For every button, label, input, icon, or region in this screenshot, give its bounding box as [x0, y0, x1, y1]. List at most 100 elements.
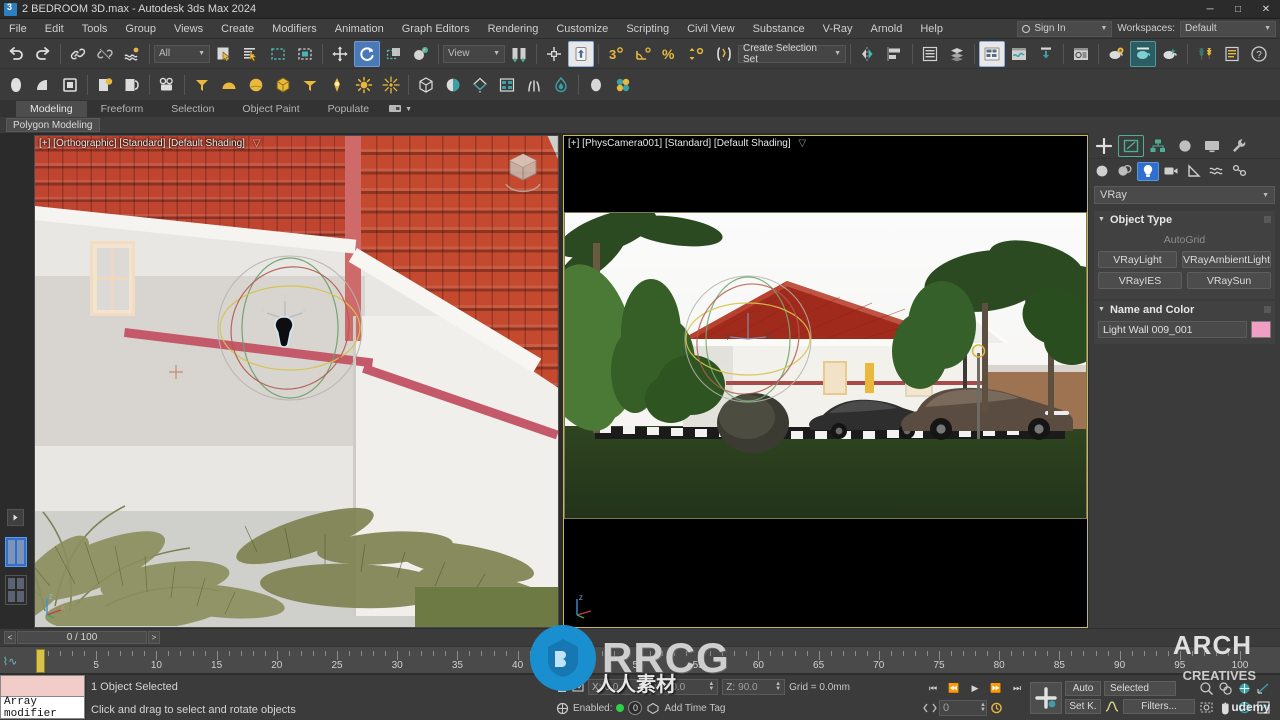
- vray-mesh-light-button[interactable]: [583, 72, 609, 98]
- vrayambientlight-button[interactable]: VRayAmbientLight: [1182, 251, 1271, 268]
- rotate-gizmo-render[interactable]: Y X: [673, 261, 823, 416]
- name-and-color-header[interactable]: ▼ Name and Color: [1094, 301, 1275, 318]
- menu-civil-view[interactable]: Civil View: [678, 19, 743, 39]
- display-tab[interactable]: [1199, 135, 1225, 157]
- utilities-tab[interactable]: [1226, 135, 1252, 157]
- select-rotate-button[interactable]: [354, 40, 380, 67]
- layer-explorer-button[interactable]: [917, 41, 943, 67]
- time-config-icon[interactable]: [989, 701, 1004, 715]
- auto-key-button[interactable]: Auto: [1065, 681, 1101, 696]
- vray-sun-button[interactable]: [324, 72, 350, 98]
- vray-ies-button[interactable]: [270, 72, 296, 98]
- viewport-left-label[interactable]: [+] [Orthographic] [Standard] [Default S…: [39, 138, 260, 149]
- menu-help[interactable]: Help: [911, 19, 952, 39]
- vray-material-dots-button[interactable]: [610, 72, 636, 98]
- motion-tab[interactable]: [1172, 135, 1198, 157]
- vray-environment-fog-button[interactable]: [548, 72, 574, 98]
- menu-tools[interactable]: Tools: [73, 19, 117, 39]
- close-button[interactable]: ✕: [1252, 0, 1280, 19]
- tab-populate[interactable]: Populate: [313, 101, 384, 117]
- create-tab[interactable]: [1091, 135, 1117, 157]
- select-move-button[interactable]: [327, 41, 353, 67]
- select-and-manipulate-button[interactable]: [568, 40, 594, 67]
- selection-set-dropdown[interactable]: Create Selection Set ▼: [738, 43, 846, 65]
- spinner-icon[interactable]: ▲ ▼: [708, 681, 714, 692]
- set-key-button[interactable]: Set K.: [1065, 699, 1101, 714]
- goto-start-button[interactable]: ⏮: [923, 680, 943, 698]
- helpers-subtab[interactable]: [1183, 162, 1205, 181]
- vray-clipper-button[interactable]: [467, 72, 493, 98]
- maximize-button[interactable]: □: [1224, 0, 1252, 19]
- autogrid-checkbox-label[interactable]: AutoGrid: [1098, 231, 1271, 251]
- workspace-dropdown[interactable]: Default ▼: [1180, 20, 1276, 37]
- reference-coord-dropdown[interactable]: View ▼: [443, 44, 505, 63]
- cameras-subtab[interactable]: [1160, 162, 1182, 181]
- vraysun-button[interactable]: VRaySun: [1187, 272, 1271, 289]
- polygon-modeling-label[interactable]: Polygon Modeling: [6, 118, 100, 132]
- menu-vray[interactable]: V-Ray: [814, 19, 862, 39]
- spinner-icon[interactable]: ▲ ▼: [775, 681, 781, 692]
- create-arc-button[interactable]: [30, 72, 56, 98]
- menu-customize[interactable]: Customize: [547, 19, 617, 39]
- select-by-name-button[interactable]: [238, 41, 264, 67]
- menu-group[interactable]: Group: [116, 19, 165, 39]
- create-camera-button[interactable]: [154, 72, 180, 98]
- viewport-right-label[interactable]: [+] [PhysCamera001] [Standard] [Default …: [568, 138, 806, 149]
- region-zoom-icon[interactable]: [1198, 699, 1215, 716]
- lock-icon[interactable]: [556, 681, 568, 693]
- curve-editor-button[interactable]: [979, 40, 1005, 67]
- viewport-right[interactable]: [+] [PhysCamera001] [Standard] [Default …: [563, 135, 1088, 628]
- use-center-button[interactable]: [506, 41, 532, 67]
- next-key-button[interactable]: ⏩: [986, 680, 1006, 698]
- object-name-input[interactable]: Light Wall 009_001: [1098, 321, 1247, 338]
- systems-subtab[interactable]: [1229, 162, 1251, 181]
- z-coordinate-field[interactable]: Z: 90.0 ▲ ▼: [722, 679, 786, 695]
- angle-snap-button[interactable]: [630, 41, 656, 67]
- vray-grass-button[interactable]: [521, 72, 547, 98]
- prev-frame-button[interactable]: <: [4, 631, 16, 644]
- vray-displacement-button[interactable]: [494, 72, 520, 98]
- key-nav-icon[interactable]: [923, 702, 937, 714]
- schematic-view-button[interactable]: [1006, 41, 1032, 67]
- spinner-icon[interactable]: ▲ ▼: [980, 702, 986, 713]
- select-link-button[interactable]: [65, 41, 91, 67]
- vrayies-button[interactable]: VRayIES: [1098, 272, 1182, 289]
- help-button[interactable]: ?: [1246, 41, 1272, 67]
- spinner-snap-button[interactable]: [684, 41, 710, 67]
- vray-light-button[interactable]: [189, 72, 215, 98]
- vray-sphere-light-button[interactable]: [243, 72, 269, 98]
- tab-freeform[interactable]: Freeform: [86, 101, 158, 117]
- prev-key-button[interactable]: ⏪: [944, 680, 964, 698]
- render-frame-window-button[interactable]: [1068, 41, 1094, 67]
- menu-substance[interactable]: Substance: [744, 19, 814, 39]
- render-iterative-button[interactable]: [1157, 41, 1183, 67]
- set-key-big-button[interactable]: [1030, 681, 1062, 714]
- bind-space-warp-button[interactable]: [119, 41, 145, 67]
- create-object-button[interactable]: [3, 72, 29, 98]
- geometry-subtab[interactable]: [1091, 162, 1113, 181]
- view-cube[interactable]: [498, 146, 548, 196]
- select-scale-button[interactable]: [381, 41, 407, 67]
- scene-explorer-button[interactable]: [944, 41, 970, 67]
- menu-arnold[interactable]: Arnold: [862, 19, 912, 39]
- object-color-swatch[interactable]: [1251, 321, 1271, 338]
- key-mode-icon[interactable]: ⌇∿: [0, 647, 20, 673]
- layout-two-panes-button[interactable]: [5, 537, 27, 567]
- menu-file[interactable]: File: [0, 19, 36, 39]
- snaps-toggle-button[interactable]: 3: [603, 41, 629, 67]
- object-category-dropdown[interactable]: VRay ▼: [1094, 186, 1275, 204]
- menu-animation[interactable]: Animation: [326, 19, 393, 39]
- select-object-button[interactable]: [211, 41, 237, 67]
- selection-filter-dropdown[interactable]: All ▼: [154, 44, 210, 63]
- field-of-view-icon[interactable]: [1255, 680, 1272, 697]
- space-warps-subtab[interactable]: [1206, 162, 1228, 181]
- unlink-button[interactable]: [92, 41, 118, 67]
- selected-light-object[interactable]: Z Y X: [250, 291, 320, 366]
- layout-four-panes-button[interactable]: [5, 575, 27, 605]
- create-helper-button[interactable]: [119, 72, 145, 98]
- undo-button[interactable]: [3, 41, 29, 67]
- viewport-left[interactable]: [+] [Orthographic] [Standard] [Default S…: [34, 135, 559, 628]
- key-filter-dropdown[interactable]: Selected: [1104, 681, 1176, 696]
- create-box-button[interactable]: [57, 72, 83, 98]
- hierarchy-tab[interactable]: [1145, 135, 1171, 157]
